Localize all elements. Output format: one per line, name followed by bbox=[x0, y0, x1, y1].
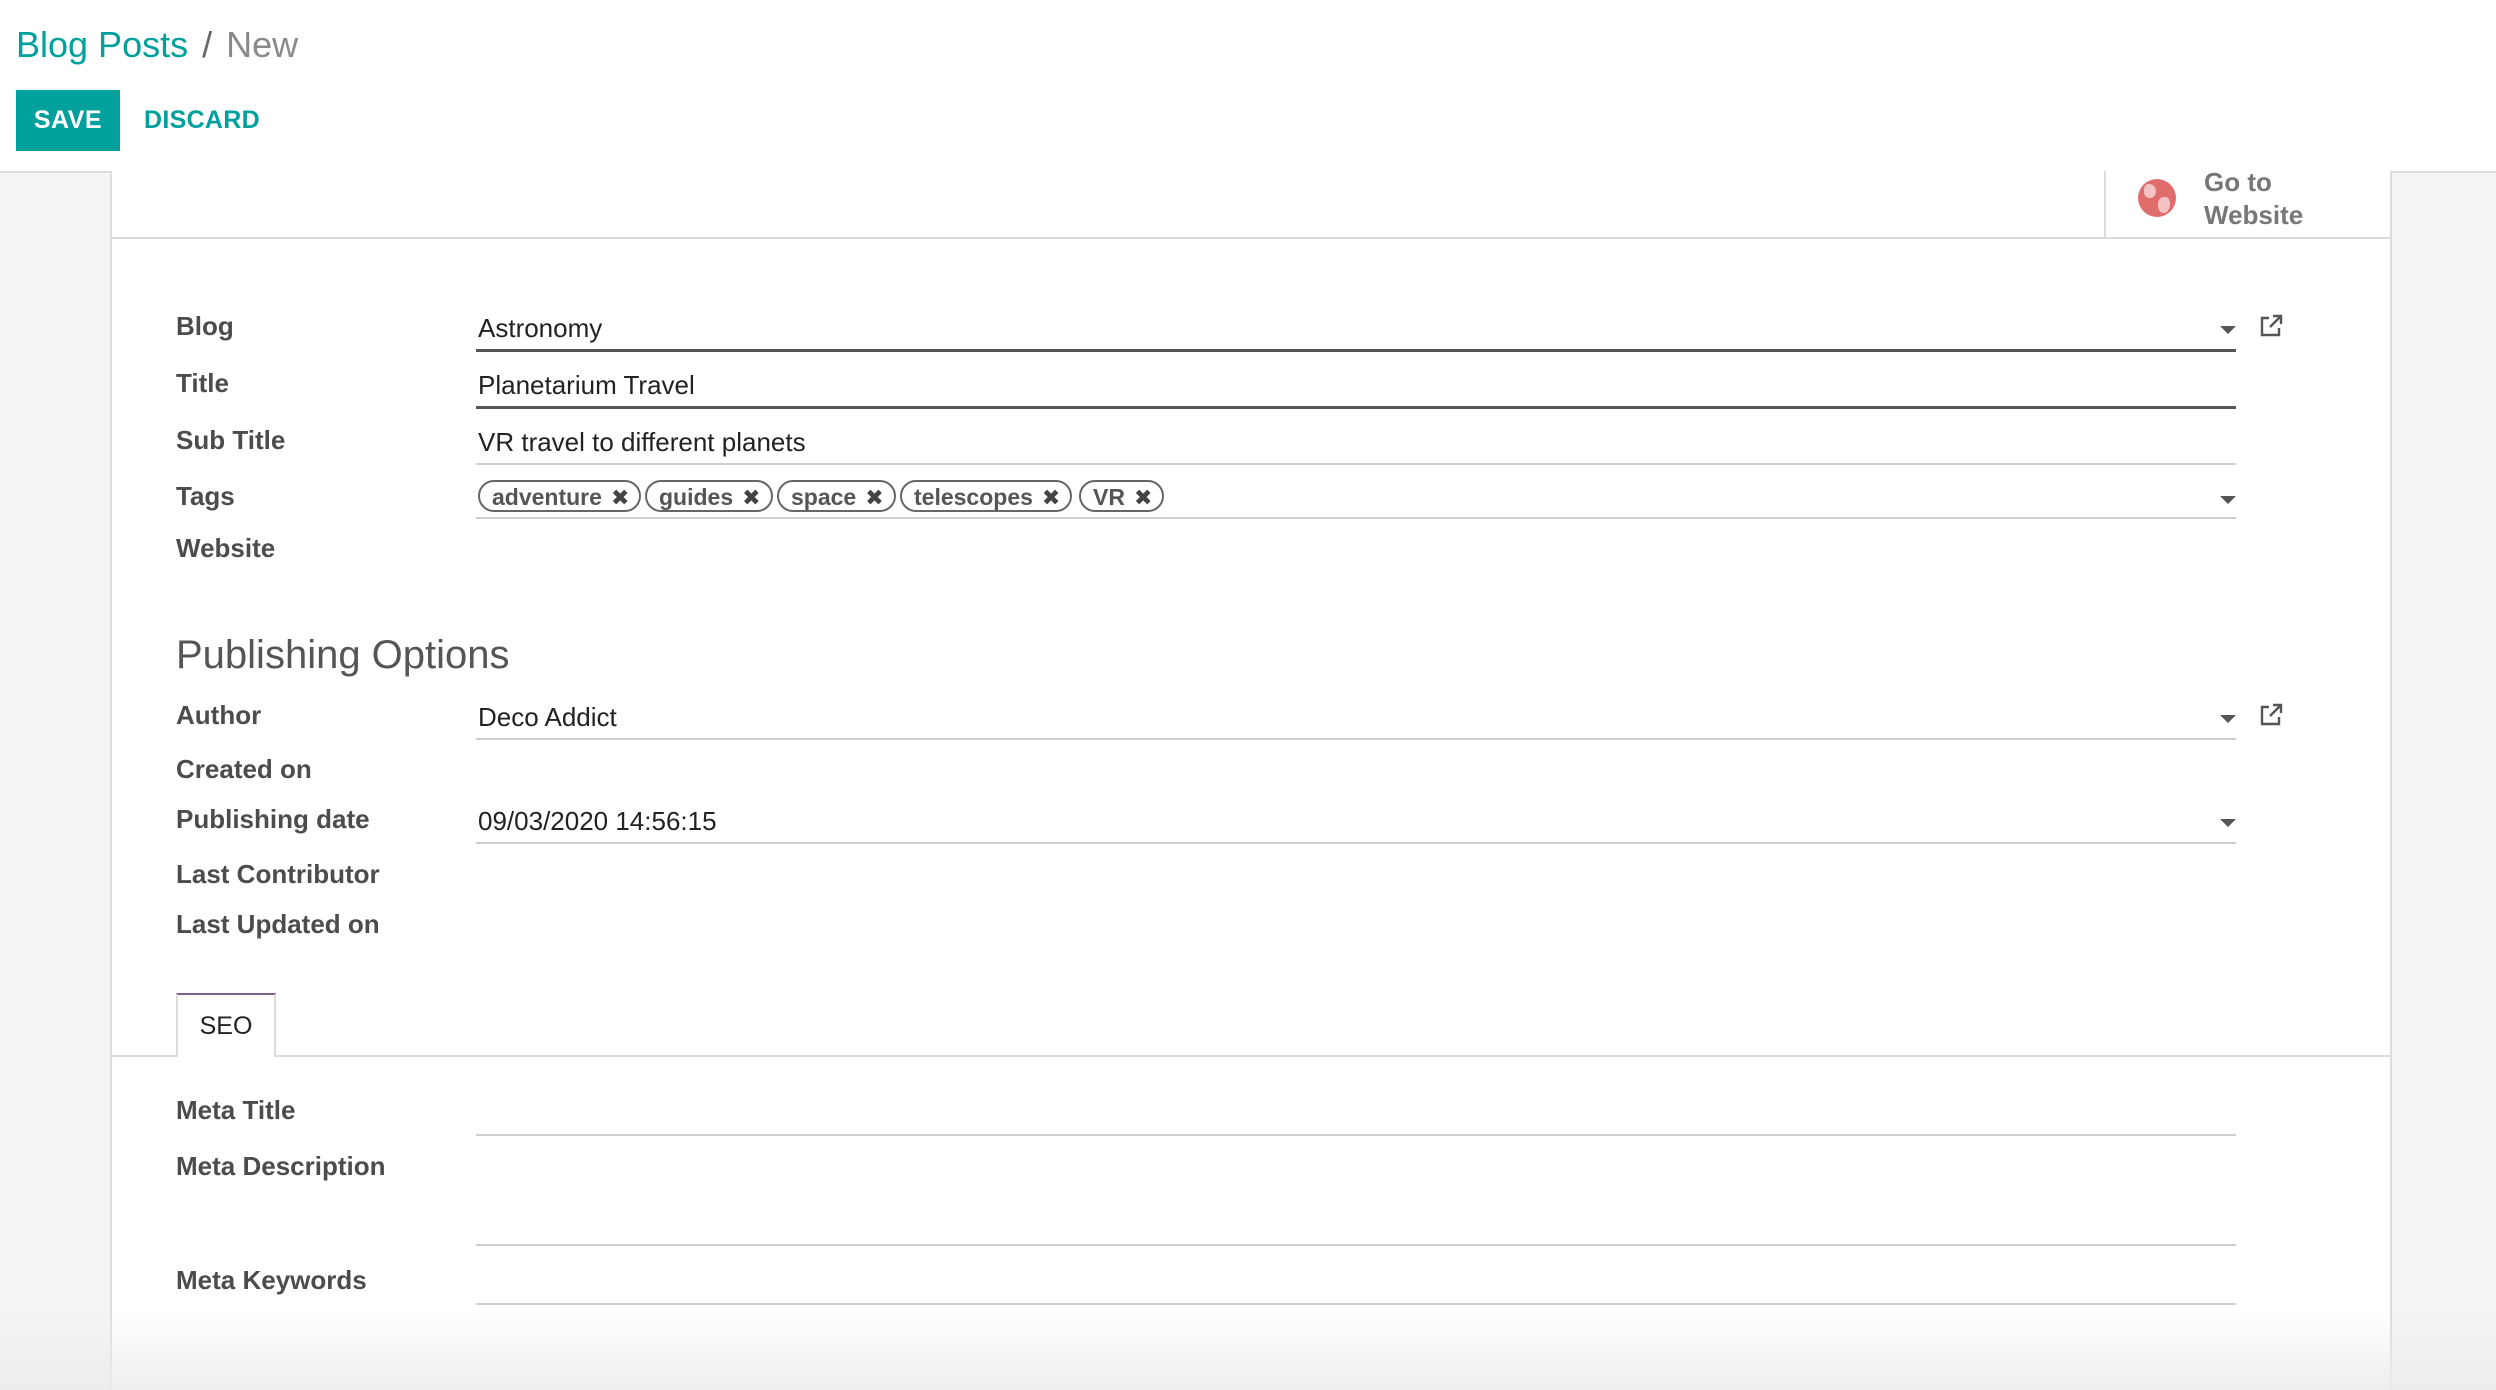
title-field-underline bbox=[476, 406, 2236, 409]
close-icon[interactable]: ✖ bbox=[742, 485, 760, 510]
breadcrumb-separator: / bbox=[202, 24, 213, 65]
button-box: Go to Website bbox=[112, 167, 2390, 239]
go-to-website-button[interactable]: Go to Website bbox=[2104, 167, 2390, 237]
close-icon[interactable]: ✖ bbox=[611, 485, 629, 510]
caret-down-icon[interactable] bbox=[2220, 326, 2236, 334]
title-field[interactable]: Planetarium Travel bbox=[478, 370, 2234, 401]
publishing-date-field[interactable]: 09/03/2020 14:56:15 bbox=[478, 806, 2234, 837]
discard-button[interactable]: DISCARD bbox=[138, 90, 266, 151]
meta-description-field[interactable] bbox=[478, 1153, 2234, 1243]
tags-label: Tags bbox=[176, 481, 235, 511]
meta-title-underline bbox=[476, 1134, 2236, 1136]
website-label: Website bbox=[176, 533, 276, 563]
breadcrumb-blog-posts[interactable]: Blog Posts bbox=[16, 24, 188, 65]
blog-label: Blog bbox=[176, 311, 234, 341]
blog-field-underline bbox=[476, 349, 2236, 352]
close-icon[interactable]: ✖ bbox=[865, 485, 883, 510]
caret-down-icon[interactable] bbox=[2220, 819, 2236, 827]
publishing-date-label: Publishing date bbox=[176, 804, 370, 834]
tag-guides: guides ✖ bbox=[645, 480, 773, 512]
caret-down-icon[interactable] bbox=[2220, 496, 2236, 504]
author-field-underline bbox=[476, 738, 2236, 740]
last-updated-on-label: Last Updated on bbox=[176, 909, 380, 939]
last-contributor-label: Last Contributor bbox=[176, 859, 380, 889]
close-icon[interactable]: ✖ bbox=[1042, 485, 1060, 510]
subtitle-field[interactable]: VR travel to different planets bbox=[478, 427, 2234, 458]
external-link-icon[interactable] bbox=[2258, 702, 2284, 728]
control-panel: Blog Posts / New SAVE DISCARD bbox=[0, 0, 2496, 173]
tag-vr: VR ✖ bbox=[1079, 480, 1165, 512]
tag-space: space ✖ bbox=[777, 480, 896, 512]
subtitle-field-underline bbox=[476, 463, 2236, 465]
publishing-options-title: Publishing Options bbox=[176, 633, 510, 677]
meta-keywords-label: Meta Keywords bbox=[176, 1265, 367, 1295]
close-icon[interactable]: ✖ bbox=[1134, 485, 1152, 510]
meta-description-label: Meta Description bbox=[176, 1151, 386, 1181]
meta-keywords-underline bbox=[476, 1303, 2236, 1305]
tab-seo[interactable]: SEO bbox=[176, 993, 276, 1057]
external-link-icon[interactable] bbox=[2258, 313, 2284, 339]
go-to-website-label: Go to Website bbox=[2204, 167, 2304, 230]
meta-title-label: Meta Title bbox=[176, 1095, 296, 1125]
tags-field-underline bbox=[476, 517, 2236, 519]
subtitle-label: Sub Title bbox=[176, 425, 286, 455]
author-label: Author bbox=[176, 700, 262, 730]
globe-icon bbox=[2138, 179, 2176, 217]
tabs-divider bbox=[112, 1055, 2390, 1057]
meta-description-underline bbox=[476, 1244, 2236, 1246]
breadcrumb: Blog Posts / New bbox=[16, 24, 298, 66]
blog-field[interactable]: Astronomy bbox=[478, 313, 2234, 344]
created-on-label: Created on bbox=[176, 754, 312, 784]
author-field[interactable]: Deco Addict bbox=[478, 702, 2234, 733]
save-button[interactable]: SAVE bbox=[16, 90, 120, 151]
breadcrumb-current: New bbox=[226, 24, 299, 65]
form-sheet: Go to Website Blog Astronomy Title Plane… bbox=[110, 167, 2392, 1390]
caret-down-icon[interactable] bbox=[2220, 715, 2236, 723]
title-label: Title bbox=[176, 368, 229, 398]
publishing-date-underline bbox=[476, 842, 2236, 844]
tag-adventure: adventure ✖ bbox=[478, 480, 642, 512]
tag-telescopes: telescopes ✖ bbox=[900, 480, 1073, 512]
